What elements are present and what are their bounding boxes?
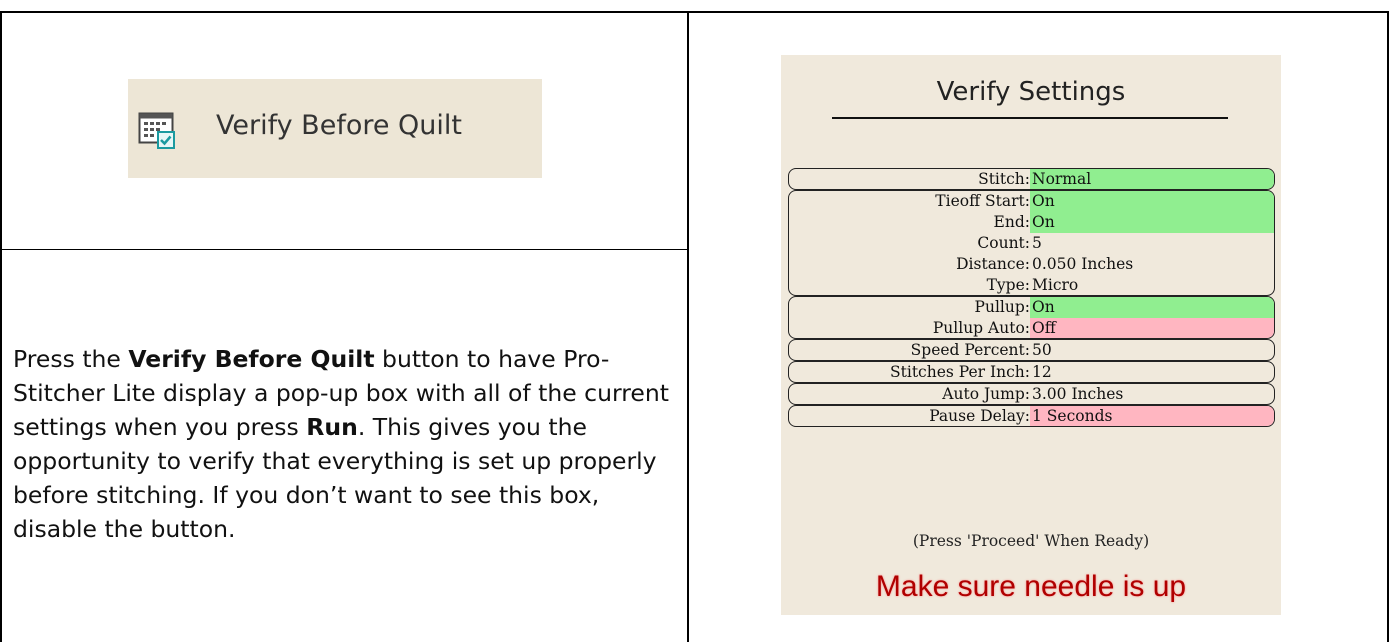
settings-group: Pause Delay: 1 Seconds <box>788 405 1275 427</box>
setting-label: Speed Percent: <box>910 341 1030 359</box>
verify-settings-dialog: Verify Settings Stitch: Normal Tieoff Star… <box>781 55 1281 615</box>
setting-row: Distance: 0.050 Inches <box>789 254 1274 275</box>
description-bold-button-name: Verify Before Quilt <box>128 344 375 373</box>
settings-group: Pullup: On Pullup Auto: Off <box>788 296 1275 339</box>
setting-label: End: <box>993 213 1030 231</box>
setting-row: Type: Micro <box>789 275 1274 295</box>
setting-row: Pause Delay: 1 Seconds <box>789 406 1274 426</box>
setting-row: Auto Jump: 3.00 Inches <box>789 384 1274 404</box>
setting-value: On <box>1030 297 1274 318</box>
setting-value: On <box>1030 191 1274 212</box>
setting-row: Speed Percent: 50 <box>789 340 1274 360</box>
setting-label: Stitches Per Inch: <box>890 363 1030 381</box>
needle-warning: Make sure needle is up <box>875 570 1187 603</box>
setting-label: Pullup Auto: <box>932 319 1030 337</box>
setting-row: Stitches Per Inch: 12 <box>789 362 1274 382</box>
setting-row: Stitch: Normal <box>789 169 1274 189</box>
proceed-hint: (Press 'Proceed' When Ready) <box>912 532 1150 550</box>
setting-row: Count: 5 <box>789 233 1274 254</box>
setting-label: Count: <box>977 234 1030 252</box>
setting-value: Micro <box>1032 276 1079 294</box>
setting-value: 5 <box>1032 234 1042 252</box>
setting-label: Pause Delay: <box>929 407 1030 425</box>
setting-row: End: On <box>789 212 1274 233</box>
title-underline <box>832 117 1228 119</box>
setting-value: 12 <box>1032 363 1052 381</box>
setting-value: 3.00 Inches <box>1032 385 1124 403</box>
setting-label: Auto Jump: <box>942 385 1030 403</box>
settings-group: Stitches Per Inch: 12 <box>788 361 1275 383</box>
description-bold-run: Run <box>306 412 358 441</box>
settings-group: Speed Percent: 50 <box>788 339 1275 361</box>
description-paragraph: Press the Verify Before Quilt button to … <box>13 342 673 546</box>
settings-group: Auto Jump: 3.00 Inches <box>788 383 1275 405</box>
setting-label: Pullup: <box>974 298 1030 316</box>
setting-row: Pullup Auto: Off <box>789 318 1274 338</box>
setting-row: Pullup: On <box>789 297 1274 318</box>
setting-label: Stitch: <box>978 170 1030 188</box>
setting-label: Tieoff Start: <box>935 192 1030 210</box>
setting-value: Normal <box>1030 169 1274 189</box>
setting-value: 1 Seconds <box>1030 406 1274 426</box>
settings-group: Stitch: Normal <box>788 168 1275 190</box>
setting-value: On <box>1030 212 1274 233</box>
verify-before-quilt-button[interactable]: Verify Before Quilt <box>128 79 542 178</box>
verify-before-quilt-label: Verify Before Quilt <box>216 110 462 141</box>
settings-group: Tieoff Start: On End: On Count: 5 Distance: 0.0… <box>788 190 1275 296</box>
setting-label: Distance: <box>956 255 1030 273</box>
setting-value: 0.050 Inches <box>1032 255 1134 273</box>
setting-value: 50 <box>1032 341 1052 359</box>
setting-label: Type: <box>986 276 1030 294</box>
setting-row: Tieoff Start: On <box>789 191 1274 212</box>
calendar-check-icon <box>138 112 176 150</box>
setting-value: Off <box>1030 318 1274 338</box>
dialog-title: Verify Settings <box>936 77 1126 107</box>
description-text: Press the <box>13 344 129 373</box>
